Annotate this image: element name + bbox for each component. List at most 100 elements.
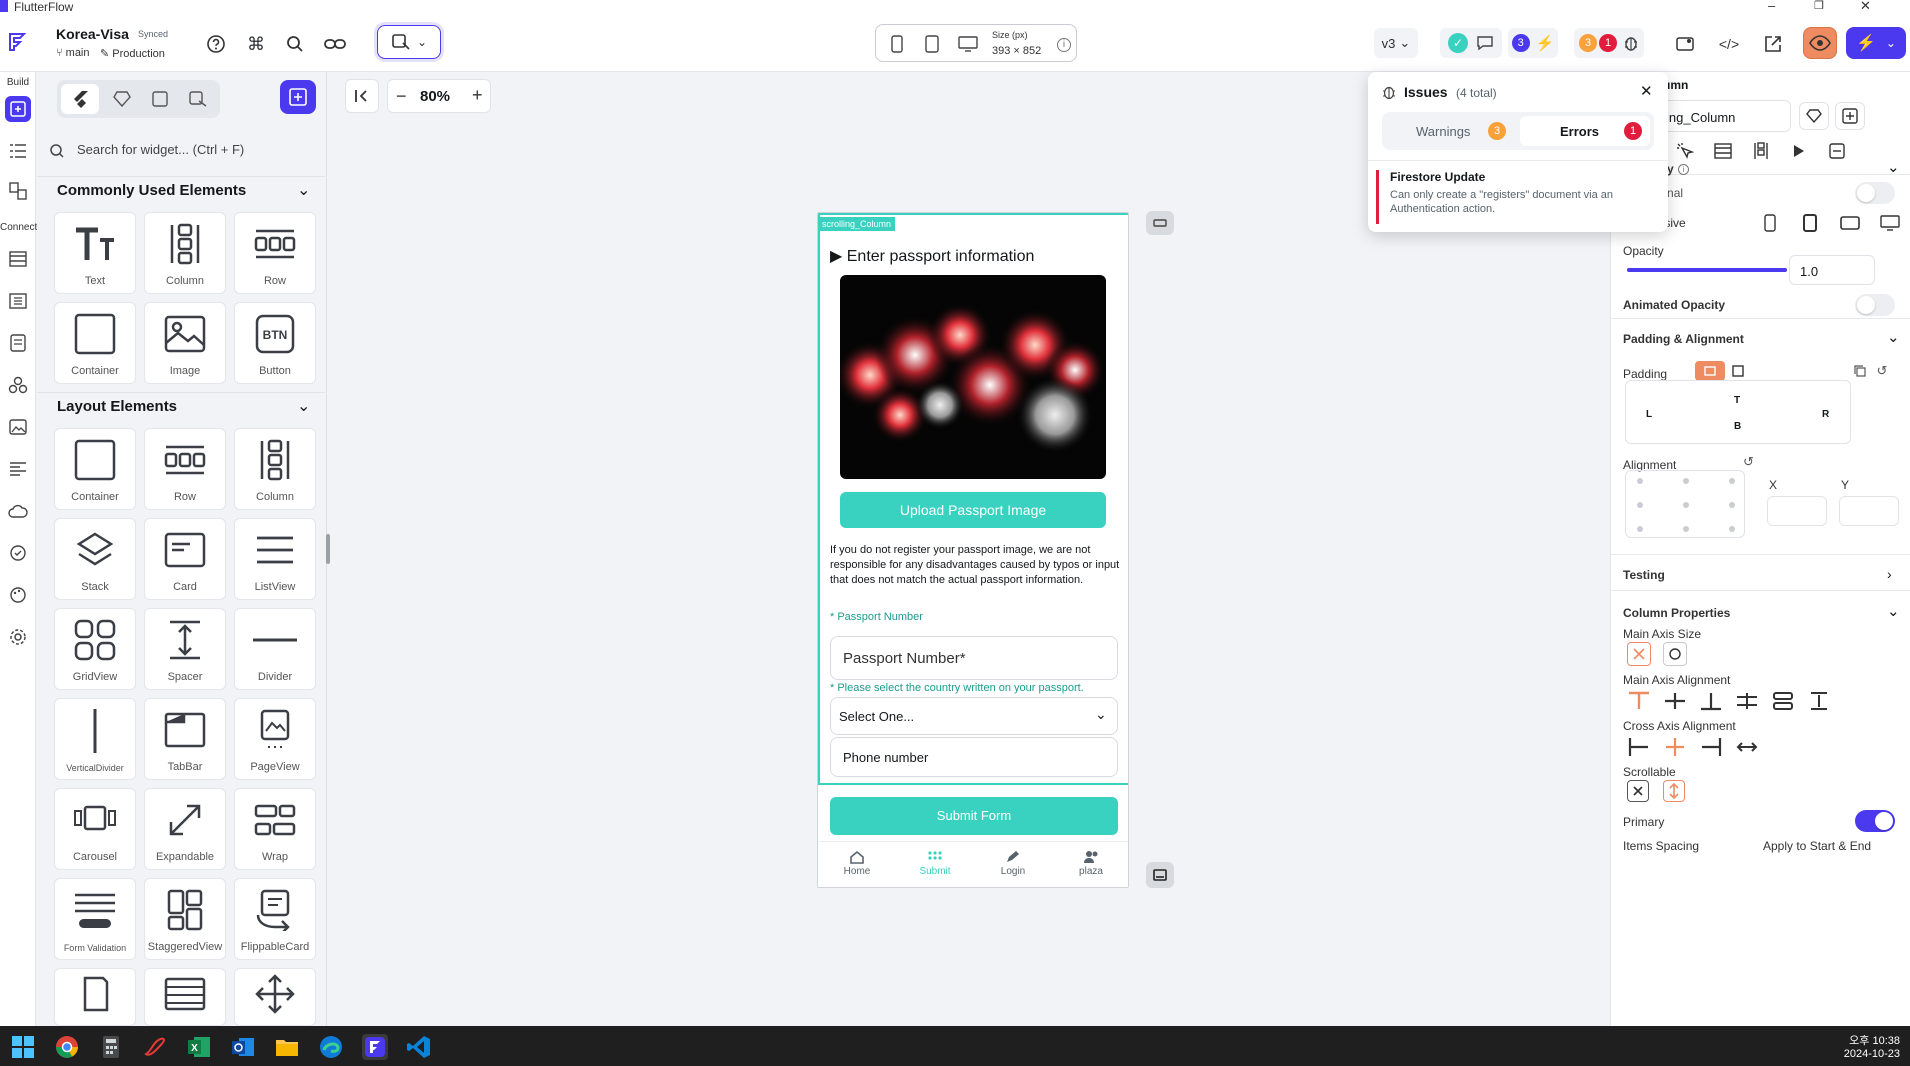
upload-passport-button[interactable]: Upload Passport Image xyxy=(840,492,1106,528)
divider-tile[interactable]: Divider xyxy=(234,608,316,690)
tablet-device-icon[interactable] xyxy=(922,33,942,55)
widget-search-input[interactable]: Search for widget... (Ctrl + F) xyxy=(77,142,244,157)
padding-editor[interactable]: T L R B xyxy=(1625,380,1851,444)
paint-app-icon[interactable] xyxy=(142,1034,168,1060)
edge-icon[interactable] xyxy=(318,1034,344,1060)
form-validation-tile[interactable]: Form Validation xyxy=(54,878,136,960)
vscode-icon[interactable] xyxy=(406,1034,432,1060)
zoom-out-icon[interactable]: − xyxy=(396,86,407,107)
opacity-slider[interactable] xyxy=(1627,268,1787,272)
custom-components-tab[interactable] xyxy=(141,84,179,114)
run-deploy-button[interactable]: ⚡ ⌄ xyxy=(1846,27,1906,59)
widget-name-field[interactable]: ing_Column xyxy=(1663,100,1791,132)
scrollable-vertical-icon[interactable] xyxy=(1663,780,1685,802)
outlook-icon[interactable] xyxy=(230,1034,256,1060)
collapse-panel-button[interactable] xyxy=(345,79,379,113)
pageview-tile[interactable]: PageView xyxy=(234,698,316,780)
more-widget-tile-1[interactable] xyxy=(54,968,136,1026)
wrap-tile[interactable]: Wrap xyxy=(234,788,316,870)
chevron-down-icon[interactable]: ⌄ xyxy=(1887,602,1900,620)
theme-settings-icon[interactable] xyxy=(5,456,31,482)
tap-action-icon[interactable] xyxy=(1671,138,1699,164)
more-widget-tile-2[interactable] xyxy=(144,968,226,1026)
zoom-in-icon[interactable]: + xyxy=(472,85,483,106)
main-start-icon[interactable] xyxy=(1625,688,1653,714)
theme-palette-icon[interactable] xyxy=(5,582,31,608)
listview-tile[interactable]: ListView xyxy=(234,518,316,600)
vertical-divider-tile[interactable]: VerticalDivider xyxy=(54,698,136,780)
command-icon[interactable]: ⌘ xyxy=(244,32,268,56)
text-widget-tile[interactable]: Text xyxy=(54,212,136,294)
animation-play-icon[interactable] xyxy=(1785,138,1813,164)
submit-form-button[interactable]: Submit Form xyxy=(830,797,1118,835)
more-widget-tile-3[interactable] xyxy=(234,968,316,1026)
padding-individual-icon[interactable] xyxy=(1727,361,1749,381)
bookmark-share-icon[interactable] xyxy=(1672,32,1698,56)
issue-item[interactable]: Firestore Update Can only create a "regi… xyxy=(1376,170,1660,226)
reset-icon[interactable]: ↺ xyxy=(1743,454,1754,470)
alignment-grid[interactable] xyxy=(1625,470,1745,538)
code-icon[interactable]: </> xyxy=(1716,32,1742,56)
generate-children-icon[interactable] xyxy=(1747,138,1775,164)
environment-name[interactable]: ✎ Production xyxy=(100,47,165,60)
storyboard-icon[interactable] xyxy=(5,178,31,204)
project-name[interactable]: Korea-Visa xyxy=(56,26,129,42)
branch-name[interactable]: ⑂ main xyxy=(56,47,90,59)
custom-code-icon[interactable] xyxy=(5,372,31,398)
phone-number-field[interactable]: Phone number xyxy=(830,737,1118,777)
row-widget-tile[interactable]: Row xyxy=(234,212,316,294)
chevron-down-icon[interactable]: ⌄ xyxy=(297,180,310,200)
nav-login[interactable]: Login xyxy=(974,842,1052,887)
main-end-icon[interactable] xyxy=(1697,688,1725,714)
padding-bottom[interactable]: B xyxy=(1734,421,1741,432)
backend-query-icon[interactable] xyxy=(1709,138,1737,164)
main-center-icon[interactable] xyxy=(1661,688,1689,714)
passport-number-field[interactable]: Passport Number* xyxy=(830,636,1118,680)
close-window-icon[interactable]: ✕ xyxy=(1860,0,1871,14)
cloud-functions-icon[interactable] xyxy=(5,498,31,524)
main-axis-max-icon[interactable] xyxy=(1663,642,1687,666)
flippable-card-tile[interactable]: FlippableCard xyxy=(234,878,316,960)
tests-icon[interactable] xyxy=(5,540,31,566)
main-axis-min-icon[interactable] xyxy=(1627,642,1651,666)
layout-container-tile[interactable]: Container xyxy=(54,428,136,510)
tabbar-tile[interactable]: TabBar xyxy=(144,698,226,780)
padding-right[interactable]: R xyxy=(1822,409,1829,420)
staggered-view-tile[interactable]: StaggeredView xyxy=(144,878,226,960)
keyboard-toggle-icon[interactable] xyxy=(1146,862,1174,888)
size-info-icon[interactable]: i xyxy=(1053,36,1071,54)
link-icon[interactable] xyxy=(322,32,348,56)
carousel-tile[interactable]: Carousel xyxy=(54,788,136,870)
preview-eye-button[interactable] xyxy=(1803,27,1837,59)
minimize-icon[interactable]: – xyxy=(1768,0,1775,13)
help-icon[interactable] xyxy=(204,32,228,56)
add-component-button[interactable] xyxy=(280,80,316,114)
cross-center-icon[interactable] xyxy=(1661,734,1689,760)
padding-linked-icon[interactable] xyxy=(1695,361,1725,381)
responsive-phone-icon[interactable] xyxy=(1757,210,1783,236)
library-tab[interactable] xyxy=(179,84,217,114)
scrollable-off-icon[interactable] xyxy=(1627,780,1649,802)
taskbar-date[interactable]: 2024-10-23 xyxy=(1810,1048,1900,1060)
responsive-tablet-icon[interactable] xyxy=(1797,210,1823,236)
excel-icon[interactable]: X xyxy=(186,1034,212,1060)
button-widget-tile[interactable]: BTN Button xyxy=(234,302,316,384)
cross-end-icon[interactable] xyxy=(1697,734,1725,760)
expandable-tile[interactable]: Expandable xyxy=(144,788,226,870)
image-widget-tile[interactable]: Image xyxy=(144,302,226,384)
phone-device-icon[interactable] xyxy=(888,33,906,55)
firestore-icon[interactable] xyxy=(5,246,31,272)
premium-components-tab[interactable] xyxy=(103,84,141,114)
main-space-around-icon[interactable] xyxy=(1769,688,1797,714)
padding-left[interactable]: L xyxy=(1646,409,1652,420)
layout-column-tile[interactable]: Column xyxy=(234,428,316,510)
taskbar-time[interactable]: 오후 10:38 xyxy=(1810,1032,1900,1048)
main-space-between-icon[interactable] xyxy=(1733,688,1761,714)
canvas-action-top-icon[interactable] xyxy=(1146,211,1174,235)
calculator-icon[interactable] xyxy=(98,1034,124,1060)
spacer-tile[interactable]: Spacer xyxy=(144,608,226,690)
align-y-field[interactable] xyxy=(1839,496,1899,526)
chevron-down-icon[interactable]: ⌄ xyxy=(1887,158,1900,176)
widget-palette-icon[interactable] xyxy=(5,96,31,122)
search-icon[interactable] xyxy=(283,32,307,56)
